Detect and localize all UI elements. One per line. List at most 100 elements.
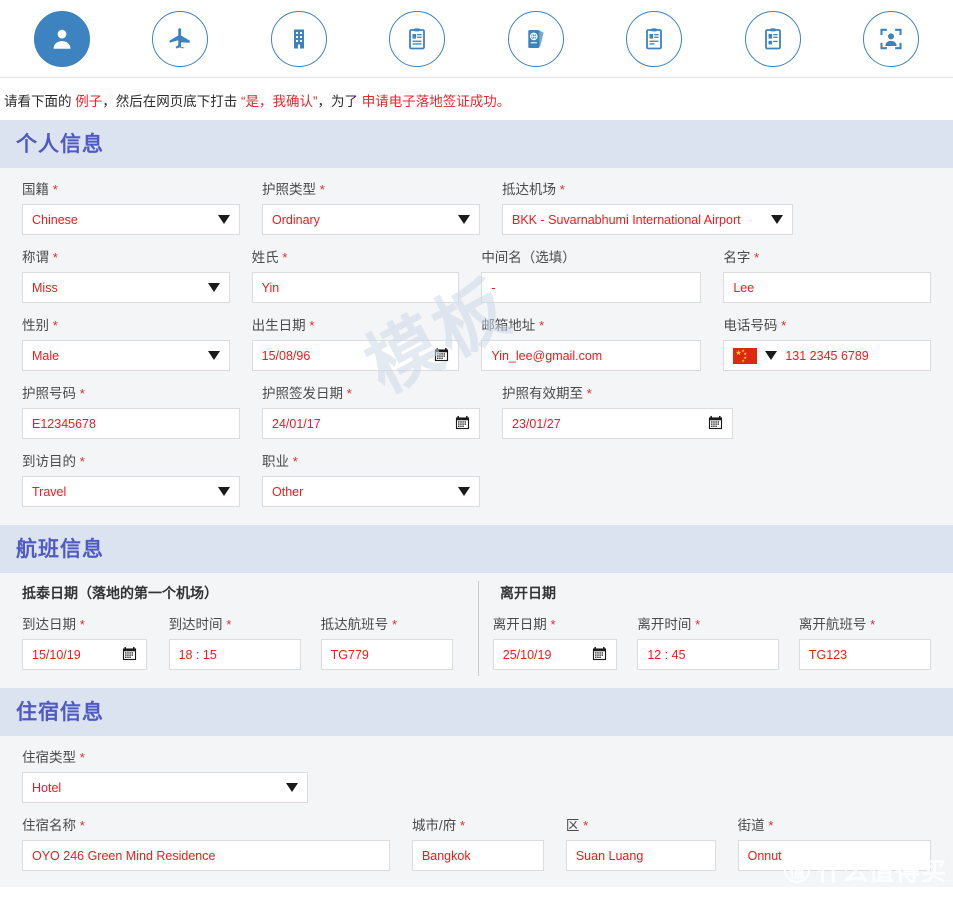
step-flight[interactable] [152,10,209,67]
gender-select[interactable]: Male [22,340,230,371]
field-label: 姓氏 * [252,246,460,266]
city-input[interactable]: Bangkok [411,840,544,871]
step-photo[interactable] [862,10,919,67]
email-input[interactable]: Yin_lee@gmail.com [481,340,702,371]
birth-date-input[interactable]: 15/08/96 [251,340,460,371]
label-text: 到达日期 [22,617,76,632]
departure-flight-number-input[interactable]: TG123 [798,639,931,670]
chevron-down-icon [207,283,220,292]
section-body-personal: 国籍 * Chinese 护照类型 * Ordinary 抵达机场 * BKK … [0,168,953,525]
step-personal-info[interactable] [34,10,90,67]
required-marker: * [52,182,58,197]
field-accommodation-type: 住宿类型 * Hotel [22,746,308,803]
selected-value: Male [32,348,60,363]
label-text: 街道 [737,818,765,833]
field-label: 职业 * [262,450,480,470]
field-passport-type: 护照类型 * Ordinary [262,178,480,235]
chevron-down-icon[interactable] [765,351,778,360]
required-marker: * [282,250,288,265]
surname-input[interactable]: Yin [251,272,460,303]
field-street: 街道 * Onnut [737,814,931,871]
instruction-text: 请看下面的 例子，然后在网页底下打击 “是，我确认”，为了 申请电子落地签证成功… [0,78,953,120]
label-text: 出生日期 [251,318,306,333]
accommodation-name-input[interactable]: OYO 246 Green Mind Residence [22,840,390,871]
passport-number-input[interactable]: E12345678 [22,408,240,439]
field-middle-name: 中间名（选填） - [481,246,702,303]
calendar-icon[interactable] [708,415,723,433]
instruction-highlight-confirm: “是，我确认” [241,94,318,109]
occupation-select[interactable]: Other [262,476,480,507]
field-value: 15/10/19 [32,647,81,662]
form-row: 到达日期 * 15/10/19 到达时间 * 18 : 15 抵达航班号 * T… [22,613,931,672]
passport-issue-date-input[interactable]: 24/01/17 [262,408,480,439]
field-given-name: 名字 * Lee [723,246,931,303]
arrival-date-input[interactable]: 15/10/19 [22,639,147,670]
field-label: 中间名（选填） [481,246,701,266]
selected-value: Chinese [32,212,78,227]
chevron-down-icon [458,487,470,496]
required-marker: * [391,617,397,632]
calendar-icon[interactable] [122,646,137,664]
required-marker: * [79,617,85,632]
step-document-1[interactable] [389,10,446,67]
field-label: 抵达机场 * [502,178,793,198]
accommodation-type-select[interactable]: Hotel [22,772,308,803]
calendar-icon[interactable] [592,646,607,664]
section-title-accommodation: 住宿信息 [0,688,953,736]
field-value: 25/10/19 [502,647,552,662]
form-row: 国籍 * Chinese 护照类型 * Ordinary 抵达机场 * BKK … [22,178,931,246]
section-body-flight: 抵泰日期（落地的第一个机场） 离开日期 到达日期 * 15/10/19 到达时间… [0,573,953,688]
label-text: 邮箱地址 [481,318,536,333]
given-name-input[interactable]: Lee [723,272,931,303]
airplane-icon [167,26,193,52]
required-marker: * [292,454,298,469]
arrival-airport-select[interactable]: BKK - Suvarnabhumi International Airport [502,204,793,235]
label-text: 称谓 [22,250,49,265]
departure-time-input[interactable]: 12 : 45 [637,639,779,670]
required-marker: * [550,617,556,632]
calendar-icon[interactable] [455,415,470,433]
form-row: 住宿名称 * OYO 246 Green Mind Residence 城市/府… [22,814,931,871]
field-arrival-time: 到达时间 * 18 : 15 [168,613,301,670]
field-label: 到达日期 * [22,613,147,633]
departure-date-input[interactable]: 25/10/19 [492,639,618,670]
nationality-select[interactable]: Chinese [22,204,240,235]
building-icon [287,27,311,51]
form-row: 性别 * Male 出生日期 * 15/08/96 邮箱地址 * Yin_lee… [22,314,931,382]
required-marker: * [539,318,545,333]
field-nationality: 国籍 * Chinese [22,178,240,235]
street-input[interactable]: Onnut [737,840,931,871]
label-text: 护照号码 [22,386,76,401]
arrival-flight-number-input[interactable]: TG779 [320,639,453,670]
step-document-3[interactable] [744,10,801,67]
field-value: Suan Luang [575,848,644,863]
label-text: 住宿类型 [22,750,76,765]
chevron-down-icon [218,487,230,496]
departure-group-title: 离开日期 [500,585,556,601]
required-marker: * [346,386,352,401]
field-departure-time: 离开时间 * 12 : 45 [637,613,779,670]
step-passport[interactable] [507,10,564,67]
chevron-down-icon [286,783,298,792]
field-value: Yin_lee@gmail.com [491,348,603,363]
phone-input[interactable]: ★ ★ ★ ★ ★ 131 2345 6789 [723,340,931,371]
step-document-2[interactable] [626,10,683,67]
field-label: 到达时间 * [169,613,301,633]
passport-expiry-date-input[interactable]: 23/01/27 [502,408,733,439]
middle-name-input[interactable]: - [481,272,702,303]
calendar-icon[interactable] [434,347,449,365]
title-select[interactable]: Miss [22,272,230,303]
district-input[interactable]: Suan Luang [565,840,716,871]
field-label: 住宿类型 * [22,746,308,766]
arrival-time-input[interactable]: 18 : 15 [168,639,301,670]
field-label: 国籍 * [22,178,240,198]
field-passport-expiry-date: 护照有效期至 * 23/01/27 [502,382,733,439]
passport-type-select[interactable]: Ordinary [262,204,480,235]
field-departure-flight-number: 离开航班号 * TG123 [798,613,931,670]
label-text: 国籍 [22,182,49,197]
instruction-part-2: ，然后在网页底下打击 [102,94,242,109]
required-marker: * [586,386,592,401]
purpose-select[interactable]: Travel [22,476,240,507]
step-accommodation[interactable] [270,10,327,67]
china-flag-icon: ★ ★ ★ ★ ★ [733,347,758,364]
